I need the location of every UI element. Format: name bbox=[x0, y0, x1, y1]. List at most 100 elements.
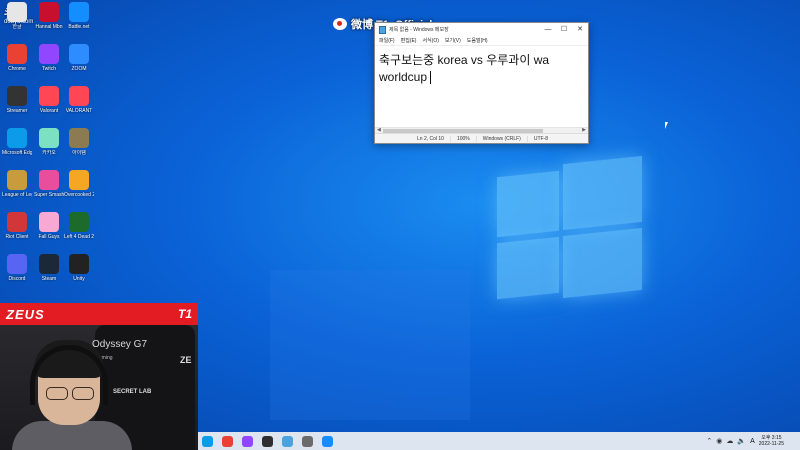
notepad-window[interactable]: 제목 없음 - Windows 메모장 — ☐ ✕ 파일(F) 편집(E) 서식… bbox=[374, 22, 589, 144]
app-icon bbox=[7, 170, 27, 190]
system-tray: ⌃ ◉ ☁ 🔈 A 오후 3:15 2022-11-25 bbox=[706, 435, 800, 447]
clock-date: 2022-11-25 bbox=[758, 441, 784, 447]
t1-logo: T1 bbox=[177, 307, 192, 321]
app-icon bbox=[7, 44, 27, 64]
app-icon bbox=[7, 2, 27, 22]
desktop-icon-label: Chrome bbox=[8, 66, 26, 72]
maximize-button[interactable]: ☐ bbox=[556, 23, 572, 36]
menu-file[interactable]: 파일(F) bbox=[379, 37, 395, 44]
menu-edit[interactable]: 편집(E) bbox=[401, 37, 417, 44]
network-icon[interactable]: ◉ bbox=[716, 437, 722, 445]
taskbar-obs-icon[interactable] bbox=[262, 435, 273, 447]
desktop-icon-label: Super Smash bbox=[34, 192, 64, 198]
desktop-icon[interactable]: Twitch bbox=[34, 44, 64, 72]
desktop-icon[interactable]: Unity bbox=[64, 254, 94, 282]
app-icon bbox=[7, 254, 27, 274]
app-icon bbox=[39, 2, 59, 22]
language-indicator[interactable]: A bbox=[750, 438, 755, 445]
menu-bar: 파일(F) 편집(E) 서식(O) 보기(V) 도움말(H) bbox=[375, 36, 588, 46]
desktop-icon-label: 카카오 bbox=[42, 150, 56, 156]
minimize-button[interactable]: — bbox=[540, 23, 556, 36]
desktop-icon[interactable]: 한글 bbox=[2, 2, 32, 30]
taskbar-battle-icon[interactable] bbox=[322, 435, 333, 447]
chevron-up-icon[interactable]: ⌃ bbox=[706, 437, 712, 445]
menu-view[interactable]: 보기(V) bbox=[445, 37, 461, 44]
cloud-icon[interactable]: ☁ bbox=[726, 437, 733, 445]
desktop-icon[interactable]: Chrome bbox=[2, 44, 32, 72]
desktop-icon-label: Hannal Mbn bbox=[35, 24, 63, 30]
notepad-titlebar[interactable]: 제목 없음 - Windows 메모장 — ☐ ✕ bbox=[375, 23, 588, 36]
streamer-body bbox=[12, 421, 132, 450]
desktop-icon-label: Twitch bbox=[41, 66, 57, 72]
desktop-icon[interactable]: Valorant bbox=[34, 86, 64, 114]
text-editor[interactable]: 축구보는중 korea vs 우루과이 wa worldcup bbox=[375, 46, 588, 127]
zoom-level: 100% bbox=[449, 135, 476, 142]
desktop-icon[interactable]: League of Legends bbox=[2, 170, 32, 198]
glasses bbox=[44, 387, 96, 401]
scroll-right-icon[interactable]: ▶ bbox=[582, 127, 586, 133]
app-icon bbox=[39, 86, 59, 106]
desktop-icon[interactable]: Microsoft Edge bbox=[2, 128, 32, 156]
desktop-icon-label: Microsoft Edge bbox=[2, 150, 32, 156]
app-icon bbox=[69, 86, 89, 106]
desktop-icon-label: Discord bbox=[8, 276, 26, 282]
desktop-icon[interactable]: Streamer bbox=[2, 86, 32, 114]
desktop-icon-label: Riot Client bbox=[5, 234, 29, 240]
chair-brand-side: ZE bbox=[180, 355, 192, 365]
taskbar-edge-icon[interactable] bbox=[202, 435, 213, 447]
scrollbar-thumb[interactable] bbox=[383, 129, 543, 133]
close-button[interactable]: ✕ bbox=[572, 23, 588, 36]
taskbar-apps bbox=[198, 435, 333, 447]
taskbar-settings-icon[interactable] bbox=[302, 435, 313, 447]
app-icon bbox=[7, 128, 27, 148]
notepad-icon bbox=[379, 25, 386, 34]
desktop-icon-label: 한글 bbox=[12, 24, 22, 30]
clock[interactable]: 오후 3:15 2022-11-25 bbox=[759, 435, 784, 447]
status-bar: Ln 2, Col 10 100% Windows (CRLF) UTF-8 bbox=[375, 133, 588, 143]
desktop-icon-label: Battle.net bbox=[68, 24, 90, 30]
app-icon bbox=[69, 44, 89, 64]
app-icon bbox=[69, 254, 89, 274]
desktop-icon[interactable]: Discord bbox=[2, 254, 32, 282]
desktop-icon-label: 아이템 bbox=[72, 150, 86, 156]
taskbar-twitch-icon[interactable] bbox=[242, 435, 253, 447]
desktop-icon-label: Valorant bbox=[39, 108, 59, 114]
taskbar-notepad-icon[interactable] bbox=[282, 435, 293, 447]
weibo-icon bbox=[333, 18, 347, 30]
desktop-icon-label: League of Legends bbox=[2, 192, 32, 198]
desktop-icon-label: Streamer bbox=[6, 108, 28, 114]
app-icon bbox=[69, 212, 89, 232]
desktop-icon[interactable]: ZOOM bbox=[64, 44, 94, 72]
app-icon bbox=[7, 212, 27, 232]
desktop-icon-label: Steam bbox=[41, 276, 57, 282]
app-icon bbox=[69, 128, 89, 148]
desktop-icon[interactable]: Battle.net bbox=[64, 2, 94, 30]
speaker-icon[interactable]: 🔈 bbox=[737, 437, 746, 445]
line-ending: Windows (CRLF) bbox=[475, 135, 527, 142]
desktop-icon[interactable]: Fall Guys bbox=[34, 212, 64, 240]
desktop-icon[interactable]: Overcooked 2 bbox=[64, 170, 94, 198]
app-icon bbox=[39, 44, 59, 64]
mouse-pointer-icon bbox=[665, 122, 668, 129]
app-icon bbox=[39, 170, 59, 190]
menu-format[interactable]: 서식(O) bbox=[422, 37, 438, 44]
desktop-icon[interactable]: VALORANT bbox=[64, 86, 94, 114]
app-icon bbox=[39, 128, 59, 148]
streamer-name: ZEUS bbox=[6, 306, 45, 322]
horizontal-scrollbar[interactable]: ◀ ▶ bbox=[375, 127, 588, 133]
scroll-left-icon[interactable]: ◀ bbox=[377, 127, 381, 133]
webcam-feed: Odyssey G7 Gaming SECRET LAB ZE bbox=[0, 325, 198, 450]
desktop-icon[interactable]: Steam bbox=[34, 254, 64, 282]
menu-help[interactable]: 도움말(H) bbox=[467, 37, 488, 44]
desktop-icon-label: Overcooked 2 bbox=[64, 192, 94, 198]
app-icon bbox=[69, 170, 89, 190]
desktop-icon[interactable]: Left 4 Dead 2 bbox=[64, 212, 94, 240]
desktop-icon[interactable]: 카카오 bbox=[34, 128, 64, 156]
desktop-icon-label: Fall Guys bbox=[38, 234, 60, 240]
text-caret bbox=[430, 71, 432, 85]
desktop-icon[interactable]: 아이템 bbox=[64, 128, 94, 156]
desktop-icon[interactable]: Riot Client bbox=[2, 212, 32, 240]
taskbar-chrome-icon[interactable] bbox=[222, 435, 233, 447]
desktop-icon[interactable]: Super Smash bbox=[34, 170, 64, 198]
desktop-icon[interactable]: Hannal Mbn bbox=[34, 2, 64, 30]
